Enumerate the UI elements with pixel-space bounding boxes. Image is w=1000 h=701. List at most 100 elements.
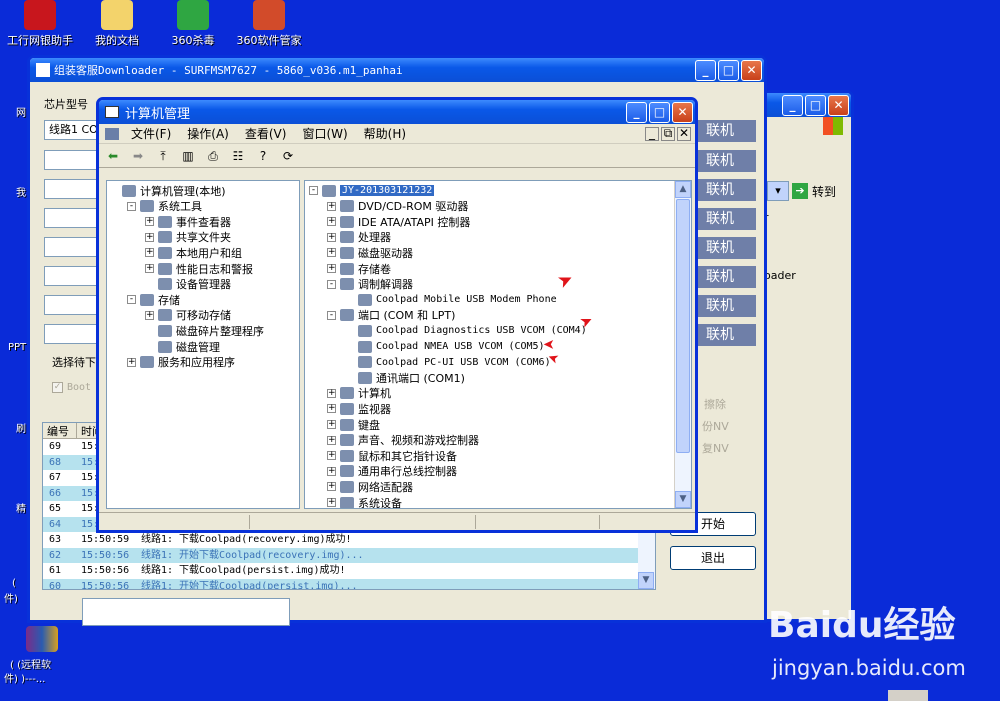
expand-icon[interactable]: + xyxy=(327,482,336,492)
tree-node[interactable]: - 端口 (COM 和 LPT) xyxy=(327,308,455,323)
collapse-icon[interactable]: - xyxy=(327,310,336,320)
goto-button[interactable]: ➔ 转到 xyxy=(792,181,846,201)
console-tree-pane[interactable]: 计算机管理(本地) - 系统工具 + 事件查看器 + 共享文件夹 + 本地用户和组 + 性能日志和警… xyxy=(106,180,300,509)
expand-icon[interactable]: + xyxy=(327,217,336,227)
desktop-icon-winrar[interactable] xyxy=(24,626,60,654)
log-row[interactable]: 60 15:50:56 线路1: 开始下载Coolpad(persist.img).… xyxy=(43,578,655,589)
tree-node[interactable]: - 存储 xyxy=(127,292,180,307)
show-hide-tree-icon[interactable]: ▥ xyxy=(178,147,198,165)
menu-item-help[interactable]: 帮助(H) xyxy=(364,125,406,142)
tree-node[interactable]: + 磁盘驱动器 xyxy=(327,245,413,260)
tree-node[interactable]: + DVD/CD-ROM 驱动器 xyxy=(327,199,468,214)
properties-icon[interactable]: ☷ xyxy=(228,147,248,165)
tree-node[interactable]: 计算机管理(本地) xyxy=(109,183,226,198)
tree-node[interactable]: Coolpad NMEA USB VCOM (COM5) xyxy=(345,339,545,354)
tree-node[interactable]: + 性能日志和警报 xyxy=(145,261,253,276)
menu-item-window[interactable]: 窗口(W) xyxy=(302,125,347,142)
desktop-icon-icbc[interactable]: 工行网银助手 xyxy=(4,0,76,48)
desktop-icon-360-software[interactable]: 360软件管家 xyxy=(230,0,308,48)
close-button[interactable]: ✕ xyxy=(741,59,762,81)
expand-icon[interactable]: + xyxy=(327,435,336,445)
collapse-icon[interactable]: - xyxy=(309,186,318,195)
close-button[interactable]: ✕ xyxy=(828,94,849,116)
log-row[interactable]: 62 15:50:56 线路1: 开始下载Coolpad(recovery.img)… xyxy=(43,547,655,563)
tree-node[interactable]: + 服务和应用程序 xyxy=(127,355,235,370)
collapse-icon[interactable]: - xyxy=(327,279,336,289)
tree-node[interactable]: + 可移动存储 xyxy=(145,308,231,323)
tree-node[interactable]: + 通用串行总线控制器 xyxy=(327,464,457,479)
expand-icon[interactable]: + xyxy=(127,357,136,367)
expand-icon[interactable]: + xyxy=(327,451,336,461)
minimize-button[interactable]: _ xyxy=(626,101,647,123)
tree-node[interactable]: + 处理器 xyxy=(327,230,391,245)
scroll-down-button[interactable]: ▼ xyxy=(638,572,654,589)
scroll-down-button[interactable]: ▼ xyxy=(675,491,691,508)
tree-node[interactable]: + 键盘 xyxy=(327,417,380,432)
tree-node[interactable]: Coolpad PC-UI USB VCOM (COM6) xyxy=(345,355,551,370)
up-folder-icon[interactable]: ⤒ xyxy=(153,147,173,165)
minimize-button[interactable]: _ xyxy=(782,94,803,116)
expand-icon[interactable]: + xyxy=(145,248,154,258)
column-header-id[interactable]: 编号 xyxy=(43,423,77,438)
maximize-button[interactable]: □ xyxy=(649,101,670,123)
child-minimize-button[interactable]: _ xyxy=(645,126,659,141)
expand-icon[interactable]: + xyxy=(327,264,336,273)
tree-node[interactable]: Coolpad Mobile USB Modem Phone xyxy=(345,292,557,307)
expand-icon[interactable]: + xyxy=(145,310,154,320)
expand-icon[interactable]: + xyxy=(327,232,336,242)
close-button[interactable]: ✕ xyxy=(672,101,693,123)
expand-icon[interactable]: + xyxy=(145,232,154,242)
tree-node[interactable]: - 系统工具 xyxy=(127,199,202,214)
scroll-thumb[interactable] xyxy=(676,199,690,453)
desktop-icon-my-documents[interactable]: 我的文档 xyxy=(86,0,148,48)
tree-node[interactable]: + 本地用户和组 xyxy=(145,245,242,260)
expand-icon[interactable]: + xyxy=(327,420,336,429)
scroll-up-button[interactable]: ▲ xyxy=(675,181,691,198)
tree-node[interactable]: - JY-201303121232 xyxy=(309,183,435,198)
expand-icon[interactable]: + xyxy=(327,466,336,476)
maximize-button[interactable]: □ xyxy=(718,59,739,81)
tree-node[interactable]: + 网络适配器 xyxy=(327,479,413,494)
device-tree-scrollbar[interactable]: ▲ ▼ xyxy=(674,181,691,508)
tree-node[interactable]: + 系统设备 xyxy=(327,495,402,508)
tree-node[interactable]: + 共享文件夹 xyxy=(145,230,231,245)
refresh-icon[interactable]: ⟳ xyxy=(278,147,298,165)
log-row[interactable]: 61 15:50:56 线路1: 下载Coolpad(persist.img)成功! xyxy=(43,563,655,579)
child-restore-button[interactable]: ⧉ xyxy=(661,126,675,141)
boot-checkbox-row[interactable]: ✓ Boot xyxy=(52,382,91,393)
expand-icon[interactable]: + xyxy=(145,264,154,273)
log-row[interactable]: 63 15:50:59 线路1: 下载Coolpad(recovery.img)成功… xyxy=(43,532,655,548)
tree-node[interactable]: 磁盘管理 xyxy=(145,339,220,354)
menu-item-view[interactable]: 查看(V) xyxy=(245,125,287,142)
minimize-button[interactable]: _ xyxy=(695,59,716,81)
tree-node[interactable]: + 鼠标和其它指针设备 xyxy=(327,448,457,463)
tree-node[interactable]: + 监视器 xyxy=(327,401,391,416)
tree-node[interactable]: 通讯端口 (COM1) xyxy=(345,370,465,385)
expand-icon[interactable]: + xyxy=(145,217,154,227)
help-icon[interactable]: ? xyxy=(253,147,273,165)
collapse-icon[interactable]: - xyxy=(127,295,136,305)
tree-node[interactable]: + 事件查看器 xyxy=(145,214,231,229)
print-icon[interactable]: ⎙ xyxy=(203,147,223,165)
expand-icon[interactable]: + xyxy=(327,388,336,398)
device-tree-pane[interactable]: ▲ ▼ - JY-201303121232 + DVD/CD-ROM 驱动器 + IDE … xyxy=(304,180,692,509)
expand-icon[interactable]: + xyxy=(327,201,336,211)
tree-node[interactable]: 设备管理器 xyxy=(145,277,231,292)
menu-item-action[interactable]: 操作(A) xyxy=(187,125,229,142)
expand-icon[interactable]: + xyxy=(327,248,336,258)
address-dropdown-button[interactable]: ▾ xyxy=(767,181,789,201)
forward-icon[interactable]: ➡ xyxy=(128,147,148,165)
tree-node[interactable]: + 计算机 xyxy=(327,386,391,401)
back-icon[interactable]: ⬅ xyxy=(103,147,123,165)
collapse-icon[interactable]: - xyxy=(127,201,136,211)
maximize-button[interactable]: □ xyxy=(805,94,826,116)
desktop-icon-360-antivirus[interactable]: 360杀毒 xyxy=(162,0,224,48)
tree-node[interactable]: + IDE ATA/ATAPI 控制器 xyxy=(327,214,470,229)
menu-item-file[interactable]: 文件(F) xyxy=(131,125,171,142)
expand-icon[interactable]: + xyxy=(327,498,336,507)
exit-button[interactable]: 退出 xyxy=(670,546,756,570)
tree-node[interactable]: - 调制解调器 xyxy=(327,277,413,292)
tree-node[interactable]: + 存储卷 xyxy=(327,261,391,276)
tree-node[interactable]: + 声音、视频和游戏控制器 xyxy=(327,433,479,448)
tree-node[interactable]: 磁盘碎片整理程序 xyxy=(145,323,264,338)
